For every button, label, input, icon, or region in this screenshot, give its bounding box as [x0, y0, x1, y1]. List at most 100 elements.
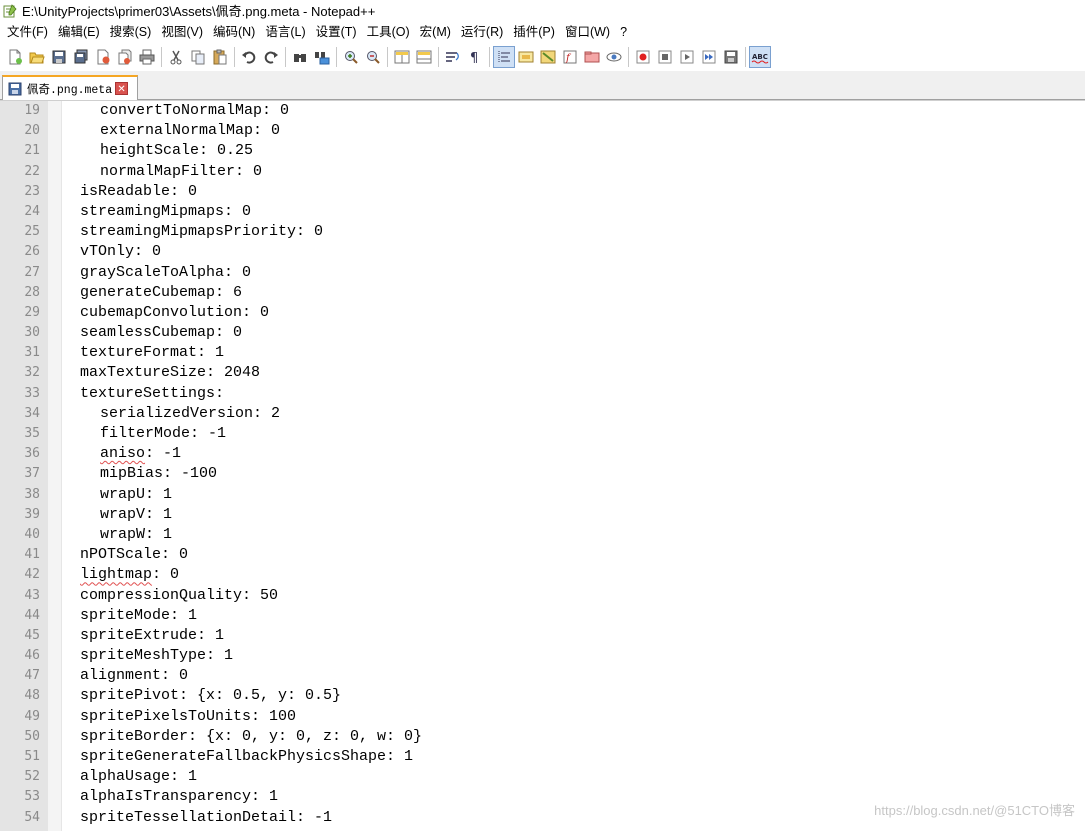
save-all-icon[interactable] [70, 46, 92, 68]
print-icon[interactable] [136, 46, 158, 68]
code-text: vTOnly: 0 [80, 243, 162, 261]
copy-icon[interactable] [187, 46, 209, 68]
line-number: 54 [24, 809, 40, 825]
redo-icon[interactable] [260, 46, 282, 68]
menu-tools[interactable]: 工具(O) [362, 22, 415, 43]
udl-icon[interactable] [515, 46, 537, 68]
indent-guide-icon[interactable] [493, 45, 515, 68]
line-number: 28 [24, 284, 40, 300]
code-line: 46 spriteMeshType: 1 [0, 646, 1085, 666]
zoom-out-icon[interactable] [362, 46, 384, 68]
line-number: 19 [24, 103, 40, 118]
code-text: streamingMipmapsPriority: 0 [80, 223, 324, 241]
spell-check-icon[interactable]: ABC [749, 45, 771, 68]
menu-macro[interactable]: 宏(M) [415, 22, 456, 43]
sync-horizontal-icon[interactable] [413, 46, 435, 68]
code-line: 24 streamingMipmaps: 0 [0, 202, 1085, 222]
toolbar-separator [336, 46, 337, 67]
spelling-error-word: aniso [100, 445, 146, 463]
close-tab-icon[interactable]: ✕ [115, 82, 129, 95]
tab-file[interactable]: 佩奇.png.meta ✕ [2, 75, 138, 100]
code-line: 30 seamlessCubemap: 0 [0, 323, 1085, 343]
menu-file[interactable]: 文件(F) [2, 22, 53, 43]
open-file-icon[interactable] [26, 46, 48, 68]
code-text: wrapV: 1 [100, 505, 173, 523]
line-number: 37 [24, 466, 40, 482]
line-number: 46 [24, 648, 40, 664]
menu-search[interactable]: 搜索(S) [105, 22, 157, 43]
function-list-icon[interactable]: f [559, 46, 581, 68]
line-number: 20 [24, 123, 40, 139]
menu-encoding[interactable]: 编码(N) [208, 22, 260, 43]
tab-bar: 佩奇.png.meta ✕ [0, 71, 1085, 100]
title-bar: E:\UnityProjects\primer03\Assets\佩奇.png.… [0, 0, 1085, 21]
code-text: generateCubemap: 6 [80, 283, 243, 301]
folder-workspace-icon[interactable] [581, 46, 603, 68]
line-number: 34 [24, 405, 40, 421]
monitor-icon[interactable] [603, 46, 625, 68]
play-macro-icon[interactable] [676, 46, 698, 68]
code-line: 29 cubemapConvolution: 0 [0, 303, 1085, 323]
code-line: 47 alignment: 0 [0, 666, 1085, 686]
code-line: 52 alphaUsage: 1 [0, 767, 1085, 787]
line-number: 31 [24, 345, 40, 361]
line-number: 24 [24, 203, 40, 219]
close-icon[interactable] [92, 46, 114, 68]
doc-map-icon[interactable] [537, 46, 559, 68]
code-line: 41 nPOTScale: 0 [0, 545, 1085, 565]
toolbar: ¶ f ABC [0, 43, 1085, 70]
close-all-icon[interactable] [114, 46, 136, 68]
sync-vertical-icon[interactable] [391, 46, 413, 68]
toolbar-separator [285, 46, 286, 67]
cut-icon[interactable] [165, 46, 187, 68]
line-number: 47 [24, 668, 40, 684]
menu-bar: 文件(F) 编辑(E) 搜索(S) 视图(V) 编码(N) 语言(L) 设置(T… [0, 22, 1085, 43]
menu-run[interactable]: 运行(R) [456, 22, 508, 43]
code-line: 23 isReadable: 0 [0, 182, 1085, 202]
code-text: streamingMipmaps: 0 [80, 202, 252, 220]
line-number: 51 [24, 749, 40, 764]
menu-help[interactable]: ? [615, 22, 632, 43]
menu-language[interactable]: 语言(L) [260, 22, 310, 43]
menu-plugins[interactable]: 插件(P) [508, 22, 560, 43]
code-line: 44 spriteMode: 1 [0, 606, 1085, 626]
code-line: 26 vTOnly: 0 [0, 242, 1085, 262]
zoom-in-icon[interactable] [340, 46, 362, 68]
line-number: 39 [24, 506, 40, 522]
show-all-chars-icon[interactable]: ¶ [464, 46, 486, 68]
save-macro-icon[interactable] [720, 46, 742, 68]
code-line: 35 filterMode: -1 [0, 424, 1085, 444]
stop-record-icon[interactable] [654, 46, 676, 68]
replace-icon[interactable] [311, 46, 333, 68]
code-text-rest: : -1 [145, 445, 182, 463]
code-text: aniso: -1 [100, 444, 181, 464]
code-text: textureSettings: [80, 384, 225, 402]
save-icon[interactable] [48, 46, 70, 68]
code-line: 49 spritePixelsToUnits: 100 [0, 707, 1085, 727]
new-file-icon[interactable] [4, 46, 26, 68]
undo-icon[interactable] [238, 46, 260, 68]
code-text: lightmap: 0 [80, 565, 179, 585]
code-text: spriteMeshType: 1 [80, 647, 234, 665]
menu-view[interactable]: 视图(V) [156, 22, 208, 43]
menu-edit[interactable]: 编辑(E) [53, 22, 105, 43]
paste-icon[interactable] [209, 46, 231, 68]
code-text: nPOTScale: 0 [80, 546, 189, 564]
toolbar-separator [628, 46, 629, 67]
code-line: 42 lightmap: 0 [0, 565, 1085, 585]
code-line: 25 streamingMipmapsPriority: 0 [0, 222, 1085, 242]
line-number: 44 [24, 607, 40, 623]
find-icon[interactable] [289, 46, 311, 68]
window-title: E:\UnityProjects\primer03\Assets\佩奇.png.… [22, 4, 376, 19]
line-number: 48 [24, 688, 40, 704]
menu-window[interactable]: 窗口(W) [560, 22, 615, 43]
code-text: wrapW: 1 [100, 525, 173, 543]
word-wrap-icon[interactable] [442, 46, 464, 68]
menu-settings[interactable]: 设置(T) [311, 22, 362, 43]
run-macro-multiple-icon[interactable] [698, 46, 720, 68]
line-number: 53 [24, 789, 40, 805]
editor-area[interactable]: 19 convertToNormalMap: 0 20 externalNormalM… [0, 100, 1085, 831]
record-macro-icon[interactable] [632, 46, 654, 68]
code-line: 22 normalMapFilter: 0 [0, 162, 1085, 182]
line-number: 22 [24, 163, 40, 179]
